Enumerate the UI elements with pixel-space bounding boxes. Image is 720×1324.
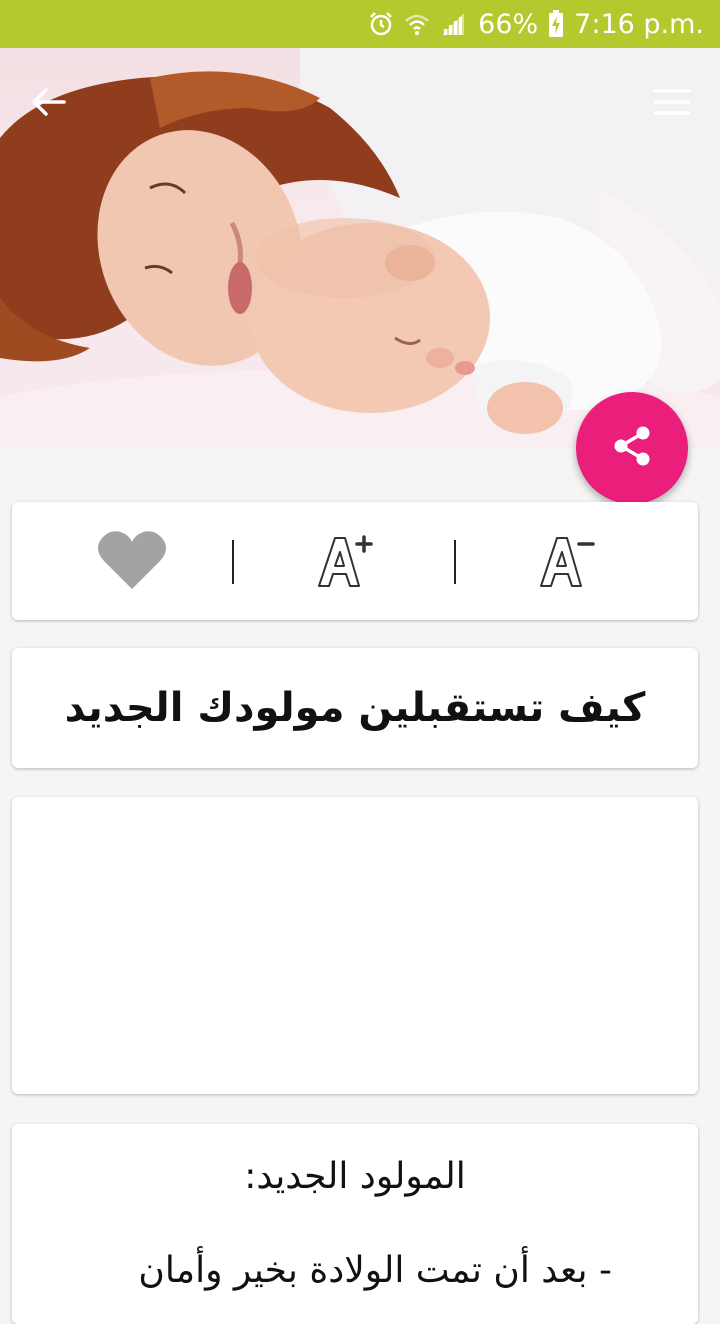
arrow-back-icon: [30, 87, 66, 121]
signal-icon: [440, 11, 466, 37]
menu-icon: [653, 87, 691, 121]
section-heading: المولود الجديد:: [244, 1156, 466, 1197]
alarm-icon: [368, 11, 394, 37]
heart-icon: [97, 529, 167, 595]
header-image: [0, 48, 720, 448]
article-body-card: المولود الجديد: - بعد أن تمت الولادة بخي…: [12, 1124, 698, 1324]
font-increase-icon: [313, 528, 377, 596]
battery-percent: 66%: [478, 8, 539, 40]
battery-charging-icon: [548, 10, 564, 38]
ad-placeholder-card: [12, 797, 698, 1094]
wifi-icon: [404, 11, 430, 37]
back-button[interactable]: [24, 80, 72, 128]
font-decrease-icon: [535, 528, 599, 596]
mother-baby-photo: [0, 48, 720, 448]
article-title: كيف تستقبلين مولودك الجديد: [64, 685, 646, 731]
favorite-button[interactable]: [96, 530, 168, 594]
toolbar-divider: [232, 540, 234, 584]
share-icon: [610, 424, 654, 472]
share-button[interactable]: [576, 392, 688, 504]
status-bar: 66% 7:16 p.m.: [0, 0, 720, 48]
font-increase-button[interactable]: [309, 530, 381, 594]
article-title-card: كيف تستقبلين مولودك الجديد: [12, 648, 698, 768]
reading-tools-card: [12, 502, 698, 620]
article-paragraph: - بعد أن تمت الولادة بخير وأمان: [138, 1250, 612, 1291]
font-decrease-button[interactable]: [531, 530, 603, 594]
menu-button[interactable]: [648, 80, 696, 128]
toolbar-divider: [454, 540, 456, 584]
clock: 7:16 p.m.: [574, 8, 704, 40]
